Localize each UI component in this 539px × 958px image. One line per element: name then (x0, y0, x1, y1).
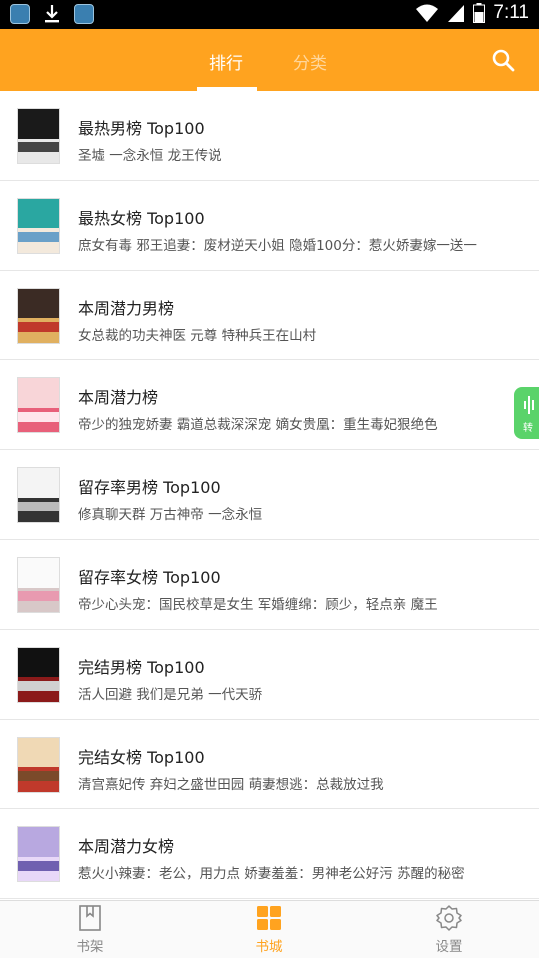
list-item-title: 完结男榜 Top100 (78, 657, 205, 677)
wifi-icon (416, 4, 439, 22)
list-item-title: 本周潜力榜 (78, 388, 159, 408)
bookmark-icon (79, 905, 101, 931)
cover-art (18, 827, 59, 858)
nav-label: 书城 (255, 939, 283, 955)
book-cover (17, 108, 60, 164)
cover-art (18, 378, 59, 409)
nav-label: 设置 (435, 939, 463, 955)
status-bar: 7:11 (0, 0, 539, 29)
cover-art (18, 288, 59, 319)
cover-art (18, 860, 59, 871)
book-cover (17, 197, 60, 254)
cover-art (18, 109, 59, 139)
list-item-title: 留存率女榜 Top100 (78, 567, 221, 587)
list-item-title: 完结女榜 Top100 (78, 747, 205, 767)
cover-art (18, 771, 59, 781)
nav-bookstore[interactable]: 书城 (224, 905, 314, 955)
book-cover (17, 556, 60, 613)
cover-art (18, 142, 59, 153)
book-cover (17, 826, 60, 883)
signal-icon (448, 5, 465, 22)
bottom-nav: 书架 书城 设置 (0, 900, 539, 958)
cover-art (18, 737, 59, 768)
app-icon (10, 4, 30, 24)
nav-settings[interactable]: 设置 (404, 905, 494, 955)
list-item[interactable]: 最热男榜 Top100 圣墟 一念永恒 龙王传说 (0, 91, 539, 181)
cover-art (18, 232, 59, 242)
top-bar: 排行 分类 (0, 29, 539, 91)
ranking-list: 最热男榜 Top100 圣墟 一念永恒 龙王传说 最热女榜 Top100 庶女有… (0, 91, 539, 900)
nav-bookshelf[interactable]: 书架 (45, 905, 135, 955)
voice-wave-icon (524, 396, 534, 414)
list-item-books: 帝少心头宠：国民校草是女生 军婚缠绵：顾少，轻点亲 魔王 (78, 596, 438, 613)
search-icon[interactable] (490, 47, 516, 73)
list-item-books: 修真聊天群 万古神帝 一念永恒 (78, 507, 263, 524)
list-item[interactable]: 本周潜力男榜 女总裁的功夫神医 元尊 特种兵王在山村 (0, 270, 539, 361)
nav-label: 书架 (76, 939, 104, 955)
list-item-title: 本周潜力男榜 (78, 298, 175, 318)
list-item-books: 惹火小辣妻：老公，用力点 娇妻羞羞：男神老公好污 苏醒的秘密 (78, 866, 465, 883)
cover-art (18, 681, 59, 691)
list-item-title: 留存率男榜 Top100 (78, 478, 221, 498)
list-item-title: 最热女榜 Top100 (78, 208, 205, 228)
list-item-books: 活人回避 我们是兄弟 一代天骄 (78, 686, 263, 703)
status-bar-time: 7:11 (493, 2, 529, 23)
list-item[interactable]: 留存率女榜 Top100 帝少心头宠：国民校草是女生 军婚缠绵：顾少，轻点亲 魔… (0, 539, 539, 630)
list-item-title: 最热男榜 Top100 (78, 119, 205, 138)
book-cover (17, 287, 60, 344)
cover-art (18, 557, 59, 588)
list-item[interactable]: 最热女榜 Top100 庶女有毒 邪王追妻：废材逆天小姐 隐婚100分：惹火娇妻… (0, 180, 539, 271)
list-item[interactable]: 完结女榜 Top100 清宫熹妃传 弃妇之盛世田园 萌妻想逃：总裁放过我 (0, 719, 539, 810)
cover-art (18, 198, 59, 229)
status-bar-right-icons: 7:11 (415, 2, 529, 24)
cover-art (18, 322, 59, 332)
gear-icon (436, 905, 462, 931)
floating-voice-button[interactable]: 转 (514, 387, 539, 439)
list-item-books: 清宫熹妃传 弃妇之盛世田园 萌妻想逃：总裁放过我 (78, 776, 384, 793)
list-item-books: 圣墟 一念永恒 龙王传说 (78, 148, 222, 164)
cover-art (18, 411, 59, 422)
list-item-title: 本周潜力女榜 (78, 837, 175, 857)
tab-category[interactable]: 分类 (293, 49, 327, 74)
book-cover (17, 736, 60, 793)
list-item[interactable]: 本周潜力榜 帝少的独宠娇妻 霸道总裁深深宠 嫡女贵凰：重生毒妃狠绝色 (0, 360, 539, 451)
cover-art (18, 591, 59, 602)
list-item[interactable]: 留存率男榜 Top100 修真聊天群 万古神帝 一念永恒 (0, 450, 539, 540)
list-item[interactable]: 完结男榜 Top100 活人回避 我们是兄弟 一代天骄 (0, 629, 539, 720)
battery-icon (473, 3, 486, 23)
floating-button-label: 转 (523, 423, 533, 434)
app-icon (74, 4, 94, 24)
book-cover (17, 377, 60, 434)
book-cover (17, 646, 60, 703)
list-item[interactable]: 本周潜力女榜 惹火小辣妻：老公，用力点 娇妻羞羞：男神老公好污 苏醒的秘密 (0, 809, 539, 900)
grid-icon (257, 906, 281, 930)
book-cover (17, 467, 60, 524)
list-item-books: 庶女有毒 邪王追妻：废材逆天小姐 隐婚100分：惹火娇妻嫁一送一 (78, 237, 477, 254)
cover-art (18, 468, 59, 498)
list-item-books: 女总裁的功夫神医 元尊 特种兵王在山村 (78, 327, 317, 344)
cover-art (18, 501, 59, 512)
tab-ranking[interactable]: 排行 (209, 49, 243, 74)
list-item-books: 帝少的独宠娇妻 霸道总裁深深宠 嫡女贵凰：重生毒妃狠绝色 (78, 417, 438, 434)
download-icon (45, 5, 59, 23)
status-bar-left-icons (10, 4, 94, 24)
cover-art (18, 647, 59, 678)
